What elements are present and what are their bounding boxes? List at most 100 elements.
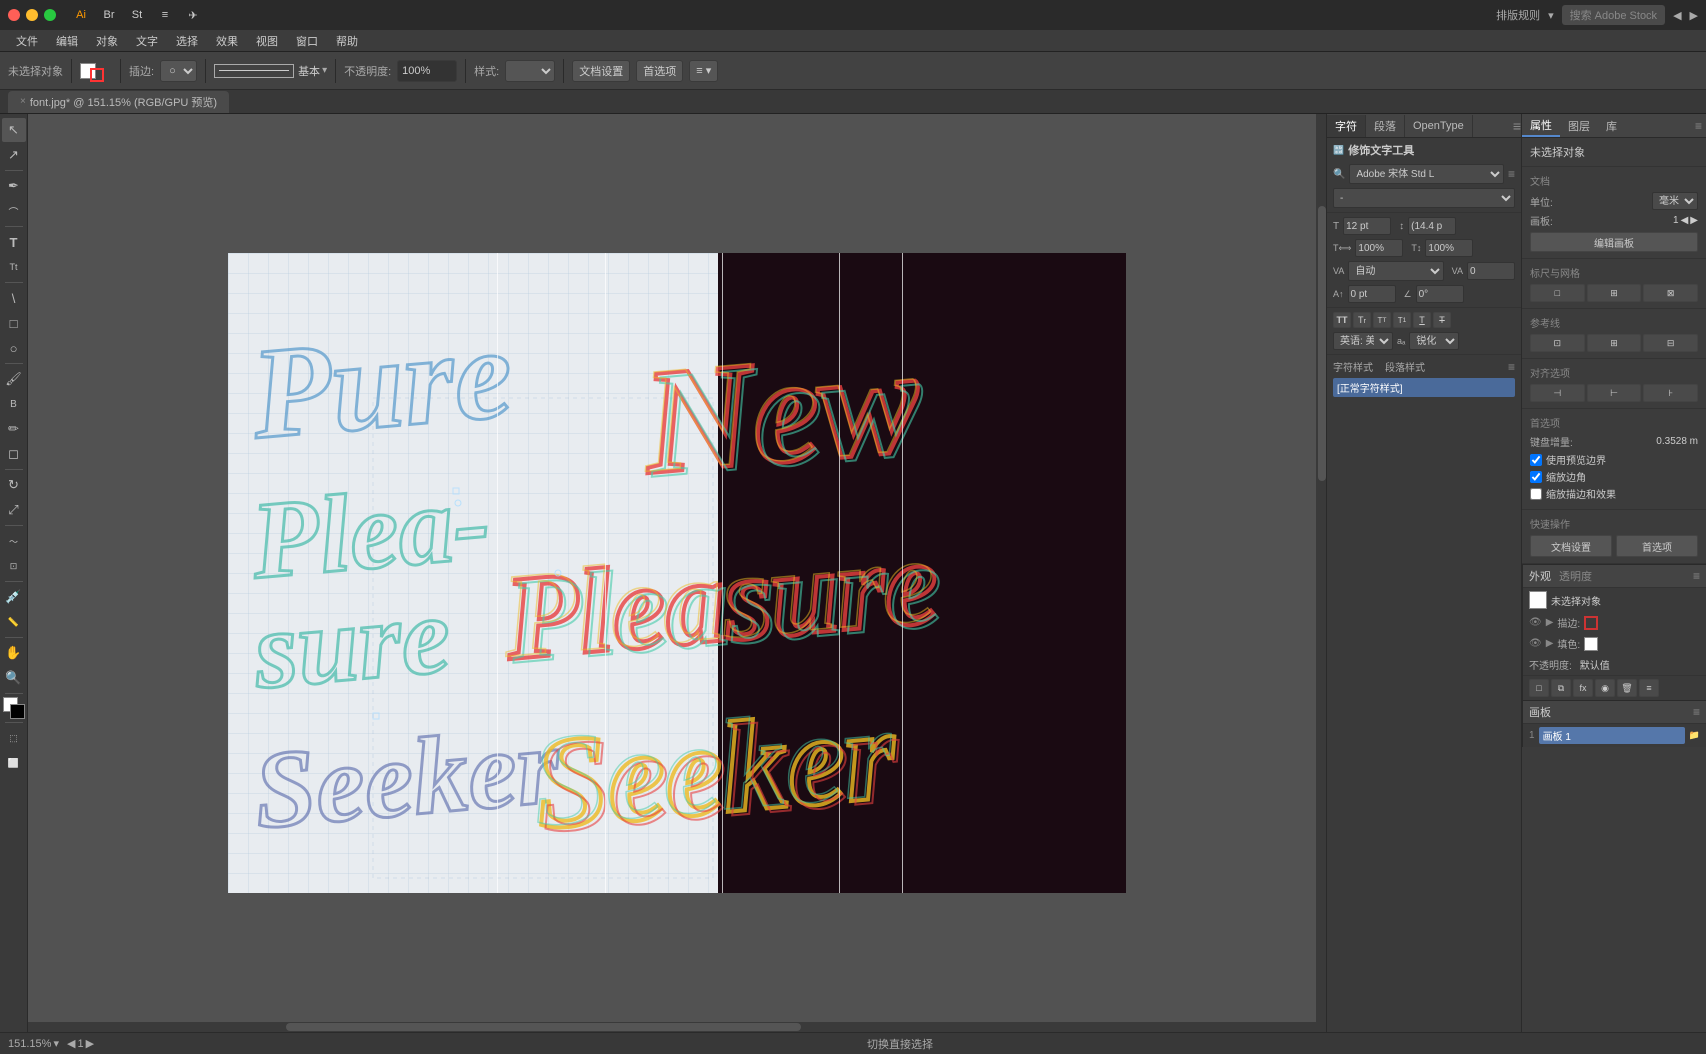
unit-value[interactable]: 毫米 xyxy=(1652,192,1698,210)
menu-help[interactable]: 帮助 xyxy=(328,31,366,51)
grid-settings-btn[interactable]: ⊠ xyxy=(1643,284,1698,302)
align-right-btn[interactable]: ⊦ xyxy=(1643,384,1698,402)
background-color[interactable] xyxy=(10,704,25,719)
touch-type-tool[interactable]: Tt xyxy=(2,255,26,279)
opacity-tab[interactable]: 透明度 xyxy=(1559,568,1592,584)
collapse-icon[interactable]: ◀ xyxy=(1673,9,1681,22)
language-select[interactable]: 英语: 美国 xyxy=(1333,332,1393,350)
interp-select[interactable]: ○ xyxy=(160,60,197,82)
fx-btn[interactable]: fx xyxy=(1573,679,1593,697)
menu-window[interactable]: 窗口 xyxy=(288,31,326,51)
font-style-select[interactable]: - xyxy=(1333,188,1515,208)
measure-tool[interactable]: 📏 xyxy=(2,610,26,634)
font-panel-expand[interactable]: ≡ xyxy=(1508,167,1515,181)
tt-btn-2[interactable]: Tr xyxy=(1353,312,1371,328)
arrange-rules[interactable]: 排版规则 xyxy=(1496,7,1540,23)
tab-paragraph[interactable]: 段落 xyxy=(1366,115,1405,137)
curvature-tool[interactable]: ⌒ xyxy=(2,199,26,223)
free-transform-tool[interactable]: ⊡ xyxy=(2,554,26,578)
menu-effect[interactable]: 效果 xyxy=(208,31,246,51)
artboard-item-1[interactable]: 1 画板 1 📁 xyxy=(1523,724,1706,747)
screen-mode[interactable]: ⬜ xyxy=(2,751,26,775)
quick-doc-settings[interactable]: 文档设置 xyxy=(1530,535,1612,557)
page-next-btn[interactable]: ▶ xyxy=(86,1037,94,1050)
drawing-mode[interactable]: ⬚ xyxy=(2,726,26,750)
props-panel-menu[interactable]: ≡ xyxy=(1691,119,1706,133)
baseline-input[interactable]: 0 pt xyxy=(1348,285,1396,303)
tab-layers[interactable]: 图层 xyxy=(1560,115,1598,137)
rulers-btn[interactable]: □ xyxy=(1530,284,1585,302)
edit-artboard-btn[interactable]: 编辑画板 xyxy=(1530,232,1698,252)
ai-icon[interactable]: Ai xyxy=(68,5,94,25)
blob-brush[interactable]: B xyxy=(2,392,26,416)
unit-select[interactable]: 毫米 xyxy=(1652,192,1698,210)
duplicate-icon[interactable]: ⧉ xyxy=(1551,679,1571,697)
doc-tab[interactable]: × font.jpg* @ 151.15% (RGB/GPU 预览) xyxy=(8,91,229,113)
tt-btn-4[interactable]: T1 xyxy=(1393,312,1411,328)
scale-x-input[interactable]: 100% xyxy=(1355,239,1403,257)
type-tool[interactable]: T xyxy=(2,230,26,254)
fill-color-swatch[interactable] xyxy=(1584,637,1598,651)
menu-file[interactable]: 文件 xyxy=(8,31,46,51)
scale-y-input[interactable]: 100% xyxy=(1425,239,1473,257)
kern-select[interactable]: 自动 xyxy=(1348,261,1443,281)
next-artboard-icon[interactable]: ▶ xyxy=(1690,215,1698,226)
style-select[interactable] xyxy=(505,60,555,82)
scale-tool[interactable]: ⤢ xyxy=(2,498,26,522)
rect-tool[interactable]: □ xyxy=(2,311,26,335)
page-navigation[interactable]: ◀ 1 ▶ xyxy=(67,1037,94,1050)
line-tool[interactable]: \ xyxy=(2,286,26,310)
menu-object[interactable]: 对象 xyxy=(88,31,126,51)
hand-tool[interactable]: ✋ xyxy=(2,641,26,665)
prev-artboard-icon[interactable]: ◀ xyxy=(1681,215,1689,226)
vertical-scrollbar[interactable] xyxy=(1316,114,1326,1032)
preview-bounds-checkbox[interactable] xyxy=(1530,454,1542,466)
panel-menu-icon[interactable]: ≡ xyxy=(1513,118,1521,134)
tab-character[interactable]: 字符 xyxy=(1327,115,1366,137)
stroke-color-swatch[interactable] xyxy=(1584,616,1598,630)
guide-btn-1[interactable]: ⊡ xyxy=(1530,334,1585,352)
tab-libraries[interactable]: 库 xyxy=(1598,115,1625,137)
quick-preferences[interactable]: 首选项 xyxy=(1616,535,1698,557)
h-scrollbar-thumb[interactable] xyxy=(286,1023,801,1031)
scale-stroke-checkbox[interactable] xyxy=(1530,488,1542,500)
guide-btn-2[interactable]: ⊞ xyxy=(1587,334,1642,352)
pen-icon[interactable]: ✈ xyxy=(180,5,206,25)
st-icon[interactable]: St xyxy=(124,5,150,25)
trash-icon[interactable]: 🗑 xyxy=(1617,679,1637,697)
menu-select[interactable]: 选择 xyxy=(168,31,206,51)
eraser-tool[interactable]: ◻ xyxy=(2,442,26,466)
doc-settings-btn[interactable]: 文档设置 xyxy=(572,60,630,82)
visibility-icon[interactable]: ◉ xyxy=(1595,679,1615,697)
scrollbar-thumb[interactable] xyxy=(1318,206,1326,481)
minimize-button[interactable] xyxy=(26,9,38,21)
menu-view[interactable]: 视图 xyxy=(248,31,286,51)
pencil-tool[interactable]: ✏ xyxy=(2,417,26,441)
artboard-panel-menu[interactable]: ≡ xyxy=(1693,705,1700,719)
font-family-select[interactable]: Adobe 宋体 Std L xyxy=(1349,164,1504,184)
menu-type[interactable]: 文字 xyxy=(128,31,166,51)
normal-char-style[interactable]: [正常字符样式] xyxy=(1333,378,1515,397)
warp-tool[interactable]: 〜 xyxy=(2,529,26,553)
rotate-tool[interactable]: ↻ xyxy=(2,473,26,497)
opacity-input[interactable] xyxy=(397,60,457,82)
stroke-expand-icon[interactable]: ▶ xyxy=(1546,617,1554,628)
fill-visibility-icon[interactable]: 👁 xyxy=(1529,638,1542,649)
pen-tool[interactable]: ✒ xyxy=(2,174,26,198)
preferences-btn[interactable]: 首选项 xyxy=(636,60,683,82)
style-panel-menu[interactable]: ≡ xyxy=(1508,360,1515,374)
page-prev-btn[interactable]: ◀ xyxy=(67,1037,75,1050)
menu-icon-appear[interactable]: ≡ xyxy=(1639,679,1659,697)
br-icon[interactable]: Br xyxy=(96,5,122,25)
selection-tool[interactable]: ↖ xyxy=(2,118,26,142)
horizontal-scrollbar[interactable] xyxy=(28,1022,1316,1032)
tab-close-icon[interactable]: × xyxy=(20,96,26,107)
tab-opentype[interactable]: OpenType xyxy=(1405,115,1473,137)
tab-properties[interactable]: 属性 xyxy=(1522,115,1560,137)
tt-btn-1[interactable]: TT xyxy=(1333,312,1351,328)
arrange-btn[interactable]: ≡ ▾ xyxy=(689,60,718,82)
search-stock[interactable]: 搜索 Adobe Stock xyxy=(1562,5,1665,25)
appear-menu-icon[interactable]: ≡ xyxy=(1693,569,1700,583)
eyedropper-tool[interactable]: 💉 xyxy=(2,585,26,609)
scale-corners-checkbox[interactable] xyxy=(1530,471,1542,483)
